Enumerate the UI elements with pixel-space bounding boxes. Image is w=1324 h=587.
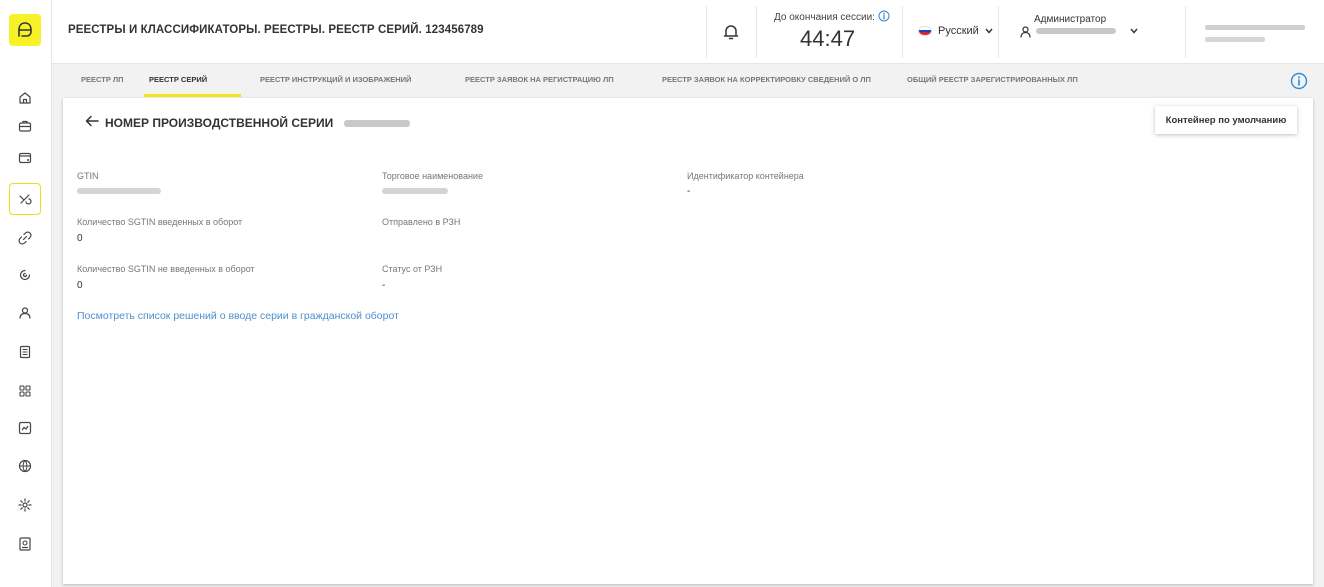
- tab-registration-requests[interactable]: РЕЕСТР ЗАЯВОК НА РЕГИСТРАЦИЮ ЛП: [465, 75, 614, 84]
- document-list-icon: [19, 345, 31, 359]
- container-id-label: Идентификатор контейнера: [687, 171, 804, 181]
- sidebar-item-user[interactable]: [9, 297, 41, 329]
- series-number-redacted: [344, 120, 410, 127]
- container-id-value: -: [687, 186, 691, 197]
- sidebar: [0, 0, 52, 587]
- sidebar-item-pill[interactable]: [9, 183, 41, 215]
- link-icon: [18, 231, 32, 245]
- language-label: Русский: [938, 25, 979, 37]
- sidebar-item-link[interactable]: [9, 222, 41, 254]
- organization-name-redacted: [1205, 25, 1305, 30]
- notifications-bell-icon[interactable]: [721, 22, 741, 42]
- default-container-button[interactable]: Контейнер по умолчанию: [1155, 106, 1297, 134]
- trade-name-label: Торговое наименование: [382, 171, 483, 181]
- tab-registry-series[interactable]: РЕЕСТР СЕРИЙ: [149, 75, 207, 84]
- language-selector[interactable]: Русский: [918, 25, 993, 37]
- user-name-redacted: [1036, 28, 1116, 34]
- tab-general-registry[interactable]: ОБЩИЙ РЕЕСТР ЗАРЕГИСТРИРОВАННЫХ ЛП: [907, 75, 1078, 84]
- sidebar-item-grid[interactable]: [9, 375, 41, 407]
- organization-name-redacted: [1205, 37, 1265, 42]
- sidebar-item-globe[interactable]: [9, 450, 41, 482]
- briefcase-icon: [18, 120, 32, 132]
- decisions-list-link[interactable]: Посмотреть список решений о вводе серии …: [77, 310, 399, 322]
- refresh-cycle-icon: [19, 269, 31, 281]
- pill-icon: [19, 194, 32, 205]
- series-details-card: НОМЕР ПРОИЗВОДСТВЕННОЙ СЕРИИ Контейнер п…: [63, 98, 1313, 584]
- sidebar-item-documents[interactable]: [9, 336, 41, 368]
- series-title: НОМЕР ПРОИЗВОДСТВЕННОЙ СЕРИИ: [105, 116, 334, 130]
- rzn-status-value: -: [382, 280, 386, 291]
- page-title: РЕЕСТРЫ И КЛАССИФИКАТОРЫ. РЕЕСТРЫ. РЕЕСТ…: [68, 24, 484, 36]
- tab-registry-instructions[interactable]: РЕЕСТР ИНСТРУКЦИЙ И ИЗОБРАЖЕНИЙ: [260, 75, 411, 84]
- user-chevron-down-icon[interactable]: [1130, 28, 1138, 34]
- sgtin-in-circulation-value: 0: [77, 233, 83, 244]
- globe-icon: [18, 459, 32, 473]
- user-icon: [1020, 26, 1031, 38]
- sidebar-item-cycle[interactable]: [9, 259, 41, 291]
- sgtin-in-circulation-label: Количество SGTIN введенных в оборот: [77, 217, 243, 227]
- logo[interactable]: [9, 14, 41, 46]
- trade-name-value-redacted: [382, 188, 448, 194]
- sgtin-not-in-circulation-label: Количество SGTIN не введенных в оборот: [77, 264, 255, 274]
- header-divider: [998, 6, 999, 58]
- chevron-down-icon: [985, 28, 993, 34]
- session-label: До окончания сессии:: [774, 12, 875, 23]
- session-timer: 44:47: [800, 26, 856, 51]
- header-divider: [1185, 6, 1186, 58]
- info-icon[interactable]: [1290, 72, 1308, 90]
- sidebar-item-briefcase[interactable]: [9, 110, 41, 142]
- header-divider: [706, 6, 707, 58]
- session-info-icon[interactable]: [878, 10, 890, 22]
- archive-icon: [19, 537, 31, 551]
- tab-correction-requests[interactable]: РЕЕСТР ЗАЯВОК НА КОРРЕКТИРОВКУ СВЕДЕНИЙ …: [662, 75, 871, 84]
- header: РЕЕСТРЫ И КЛАССИФИКАТОРЫ. РЕЕСТРЫ. РЕЕСТ…: [52, 0, 1324, 64]
- sidebar-item-wallet[interactable]: [9, 142, 41, 174]
- settings-icon: [18, 498, 32, 512]
- header-divider: [902, 6, 903, 58]
- user-icon: [19, 307, 31, 319]
- registry-tabs: РЕЕСТР ЛП РЕЕСТР СЕРИЙ РЕЕСТР ИНСТРУКЦИЙ…: [52, 64, 1324, 98]
- grid-icon: [19, 385, 31, 397]
- logo-icon: [18, 22, 32, 37]
- russia-flag-icon: [918, 26, 932, 36]
- gtin-label: GTIN: [77, 171, 99, 181]
- chart-icon: [18, 421, 32, 435]
- gtin-value-redacted: [77, 188, 161, 194]
- wallet-icon: [18, 152, 32, 164]
- rzn-status-label: Статус от РЗН: [382, 264, 443, 274]
- tab-registry-lp[interactable]: РЕЕСТР ЛП: [81, 75, 124, 84]
- sgtin-not-in-circulation-value: 0: [77, 280, 83, 291]
- header-divider: [756, 6, 757, 58]
- sidebar-item-settings[interactable]: [9, 489, 41, 521]
- home-icon: [19, 92, 31, 104]
- active-tab-indicator: [144, 94, 241, 97]
- user-role: Администратор: [1034, 14, 1107, 25]
- sidebar-item-archive[interactable]: [9, 528, 41, 560]
- sent-to-rzn-label: Отправлено в РЗН: [382, 217, 461, 227]
- sidebar-item-chart[interactable]: [9, 412, 41, 444]
- back-arrow-icon[interactable]: [85, 115, 99, 127]
